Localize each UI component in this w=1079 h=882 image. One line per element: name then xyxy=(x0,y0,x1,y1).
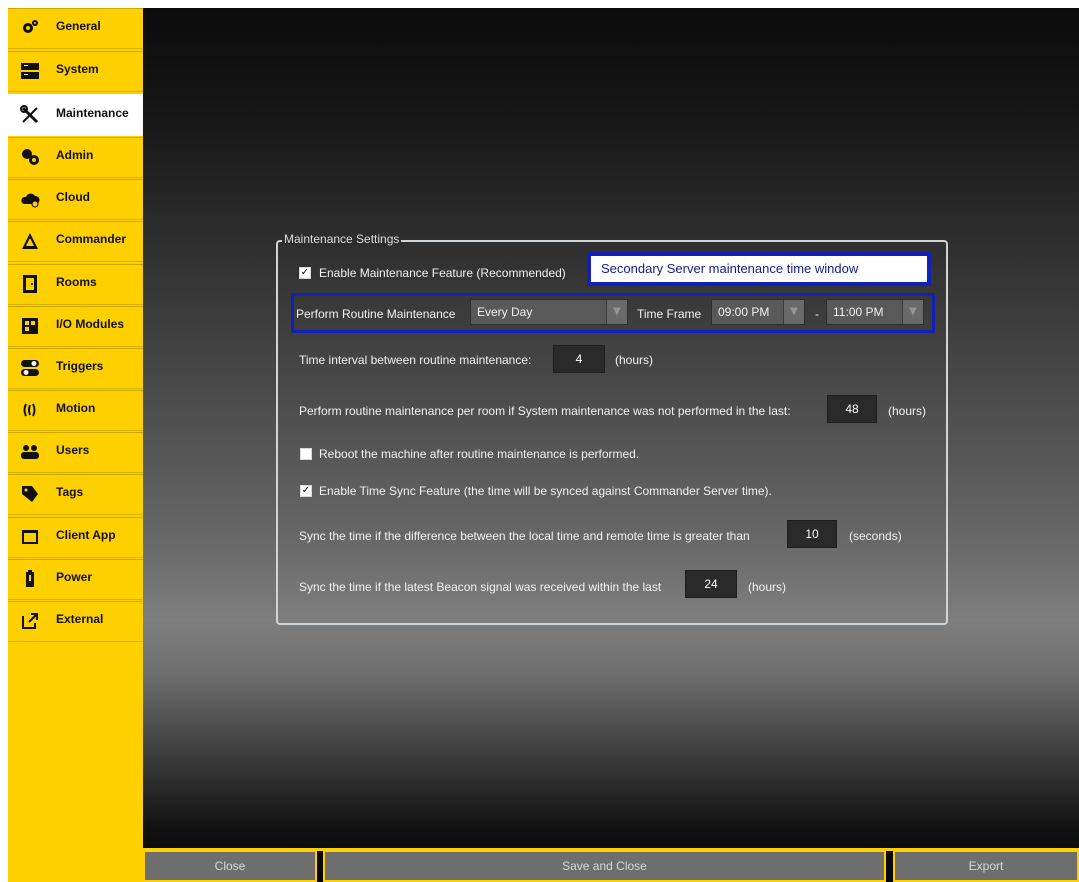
sidebar-item-system[interactable]: System xyxy=(8,51,143,92)
battery-icon xyxy=(20,569,40,589)
time-end-value: 11:00 PM xyxy=(833,305,884,319)
sidebar-item-cloud[interactable]: Cloud xyxy=(8,179,143,220)
routine-frequency-value: Every Day xyxy=(477,305,533,319)
sidebar-item-label: Triggers xyxy=(56,359,104,373)
sidebar-item-commander[interactable]: Commander xyxy=(8,221,143,262)
time-end-dropdown[interactable]: 11:00 PM ▼ xyxy=(826,299,924,325)
sidebar-item-label: General xyxy=(56,19,101,33)
motion-icon xyxy=(20,400,40,420)
sidebar-item-io-modules[interactable]: I/O Modules xyxy=(8,306,143,347)
sidebar-item-rooms[interactable]: Rooms xyxy=(8,264,143,305)
save-and-close-button[interactable]: Save and Close xyxy=(323,850,886,882)
interval-hours-input[interactable]: 4 xyxy=(553,345,605,373)
sidebar-item-label: Rooms xyxy=(56,275,97,289)
interval-unit: (hours) xyxy=(615,353,654,367)
time-sync-label: Enable Time Sync Feature (the time will … xyxy=(319,484,772,498)
enable-maintenance-checkbox[interactable]: ✓ xyxy=(299,267,311,279)
sidebar-item-tags[interactable]: Tags xyxy=(8,474,143,515)
room-maintenance-unit: (hours) xyxy=(888,404,927,418)
users-icon xyxy=(20,442,40,462)
sidebar-item-label: System xyxy=(56,62,99,76)
beacon-hours-input[interactable]: 24 xyxy=(685,570,737,598)
chevron-down-icon: ▼ xyxy=(902,300,923,324)
panel-title: Maintenance Settings xyxy=(282,232,402,246)
time-separator: - xyxy=(815,307,819,321)
chevron-down-icon: ▼ xyxy=(783,300,804,324)
close-button[interactable]: Close xyxy=(143,850,317,882)
chevron-down-icon: ▼ xyxy=(606,300,627,324)
admin-icon xyxy=(20,147,40,167)
time-difference-unit: (seconds) xyxy=(849,529,902,543)
routine-maintenance-label: Perform Routine Maintenance xyxy=(296,307,456,321)
time-start-value: 09:00 PM xyxy=(718,305,770,319)
tools-icon xyxy=(20,105,40,125)
interval-label: Time interval between routine maintenanc… xyxy=(299,353,532,367)
sidebar-item-label: Admin xyxy=(56,148,94,162)
secondary-server-tooltip: Secondary Server maintenance time window xyxy=(587,252,931,286)
sidebar-item-label: Users xyxy=(56,443,90,457)
door-icon xyxy=(20,274,40,294)
tag-icon xyxy=(20,484,40,504)
time-frame-label: Time Frame xyxy=(637,307,702,321)
sidebar-item-users[interactable]: Users xyxy=(8,432,143,473)
cloud-icon xyxy=(20,189,40,209)
beacon-unit: (hours) xyxy=(748,580,787,594)
sidebar-item-general[interactable]: General xyxy=(8,8,143,49)
export-button[interactable]: Export xyxy=(893,850,1079,882)
sidebar-item-label: Commander xyxy=(56,232,127,246)
gear-icon xyxy=(20,18,40,38)
time-sync-checkbox[interactable]: ✓ xyxy=(300,485,312,497)
external-link-icon xyxy=(20,611,40,631)
room-maintenance-label: Perform routine maintenance per room if … xyxy=(299,404,791,418)
sidebar-item-label: Motion xyxy=(56,401,96,415)
toggle-icon xyxy=(20,358,40,378)
reboot-machine-checkbox[interactable] xyxy=(300,448,312,460)
sidebar-item-maintenance[interactable]: Maintenance xyxy=(8,94,143,136)
sidebar-item-label: Client App xyxy=(56,528,116,542)
app-window-icon xyxy=(20,527,40,547)
sidebar-item-triggers[interactable]: Triggers xyxy=(8,348,143,389)
routine-frequency-dropdown[interactable]: Every Day ▼ xyxy=(470,299,628,325)
time-difference-seconds-input[interactable]: 10 xyxy=(787,520,837,548)
sidebar-item-label: Maintenance xyxy=(56,106,129,120)
sidebar-item-label: Tags xyxy=(56,485,84,499)
room-maintenance-hours-input[interactable]: 48 xyxy=(827,395,877,423)
reboot-machine-label: Reboot the machine after routine mainten… xyxy=(319,447,640,461)
time-start-dropdown[interactable]: 09:00 PM ▼ xyxy=(711,299,805,325)
sidebar-item-motion[interactable]: Motion xyxy=(8,390,143,431)
enable-maintenance-label: Enable Maintenance Feature (Recommended) xyxy=(319,266,566,280)
settings-sidebar: General System Maintenance Admin Cloud C… xyxy=(8,8,143,882)
sidebar-item-power[interactable]: Power xyxy=(8,559,143,600)
time-difference-label: Sync the time if the difference between … xyxy=(299,529,750,543)
commander-icon xyxy=(20,231,40,251)
sidebar-item-admin[interactable]: Admin xyxy=(8,137,143,178)
module-icon xyxy=(20,316,40,336)
sidebar-item-label: External xyxy=(56,612,104,626)
settings-window: General System Maintenance Admin Cloud C… xyxy=(0,0,1079,882)
sidebar-item-client-app[interactable]: Client App xyxy=(8,517,143,558)
server-icon xyxy=(20,61,40,81)
sidebar-item-external[interactable]: External xyxy=(8,601,143,642)
sidebar-item-label: Cloud xyxy=(56,190,90,204)
sidebar-item-label: Power xyxy=(56,570,93,584)
beacon-signal-label: Sync the time if the latest Beacon signa… xyxy=(299,580,662,594)
sidebar-item-label: I/O Modules xyxy=(56,317,125,331)
